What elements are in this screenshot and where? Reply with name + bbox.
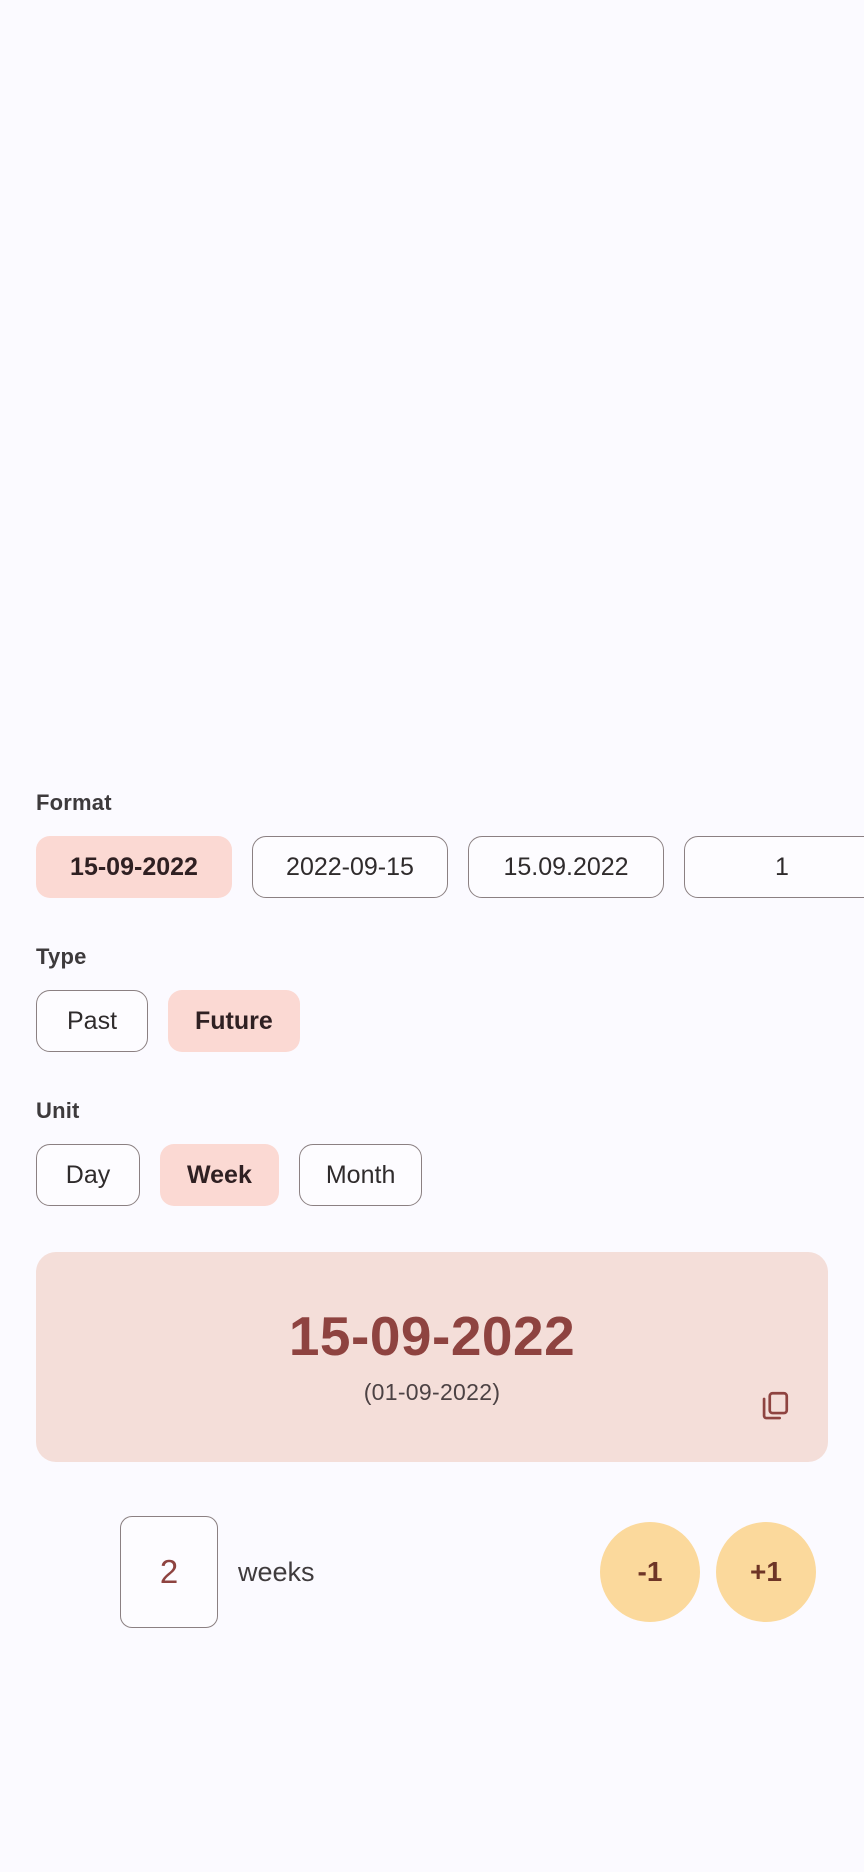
decrement-button[interactable]: -1 xyxy=(600,1522,700,1622)
unit-chip-week[interactable]: Week xyxy=(160,1144,279,1206)
unit-section: Unit Day Week Month xyxy=(0,1098,864,1206)
copy-icon[interactable] xyxy=(752,1384,796,1428)
stepper-row: weeks -1 +1 xyxy=(0,1516,864,1628)
type-section-label: Type xyxy=(36,944,87,969)
format-chip-row[interactable]: 15-09-2022 2022-09-15 15.09.2022 1 xyxy=(0,836,864,898)
format-chip-3[interactable]: 1 xyxy=(684,836,864,898)
unit-section-label: Unit xyxy=(36,1098,80,1123)
result-date: 15-09-2022 xyxy=(288,1304,576,1367)
format-chip-2[interactable]: 15.09.2022 xyxy=(468,836,664,898)
app-screen: Format 15-09-2022 2022-09-15 15.09.2022 … xyxy=(0,0,864,1872)
amount-input[interactable] xyxy=(120,1516,218,1628)
result-card: 15-09-2022 (01-09-2022) xyxy=(36,1252,828,1462)
result-base-date: (01-09-2022) xyxy=(363,1379,501,1406)
type-chip-past[interactable]: Past xyxy=(36,990,148,1052)
unit-chip-day[interactable]: Day xyxy=(36,1144,140,1206)
top-blank-area xyxy=(0,0,864,790)
unit-chip-row[interactable]: Day Week Month xyxy=(0,1144,864,1206)
increment-button[interactable]: +1 xyxy=(716,1522,816,1622)
format-chip-0[interactable]: 15-09-2022 xyxy=(36,836,232,898)
type-chip-future[interactable]: Future xyxy=(168,990,300,1052)
unit-chip-month[interactable]: Month xyxy=(298,1144,423,1206)
bottom-blank-area xyxy=(0,1628,864,1758)
type-section: Type Past Future xyxy=(0,944,864,1052)
format-section: Format 15-09-2022 2022-09-15 15.09.2022 … xyxy=(0,790,864,898)
format-chip-1[interactable]: 2022-09-15 xyxy=(252,836,448,898)
type-chip-row[interactable]: Past Future xyxy=(0,990,864,1052)
main-content: Format 15-09-2022 2022-09-15 15.09.2022 … xyxy=(0,790,864,1872)
format-section-label: Format xyxy=(36,790,112,815)
unit-word-label: weeks xyxy=(238,1556,315,1587)
